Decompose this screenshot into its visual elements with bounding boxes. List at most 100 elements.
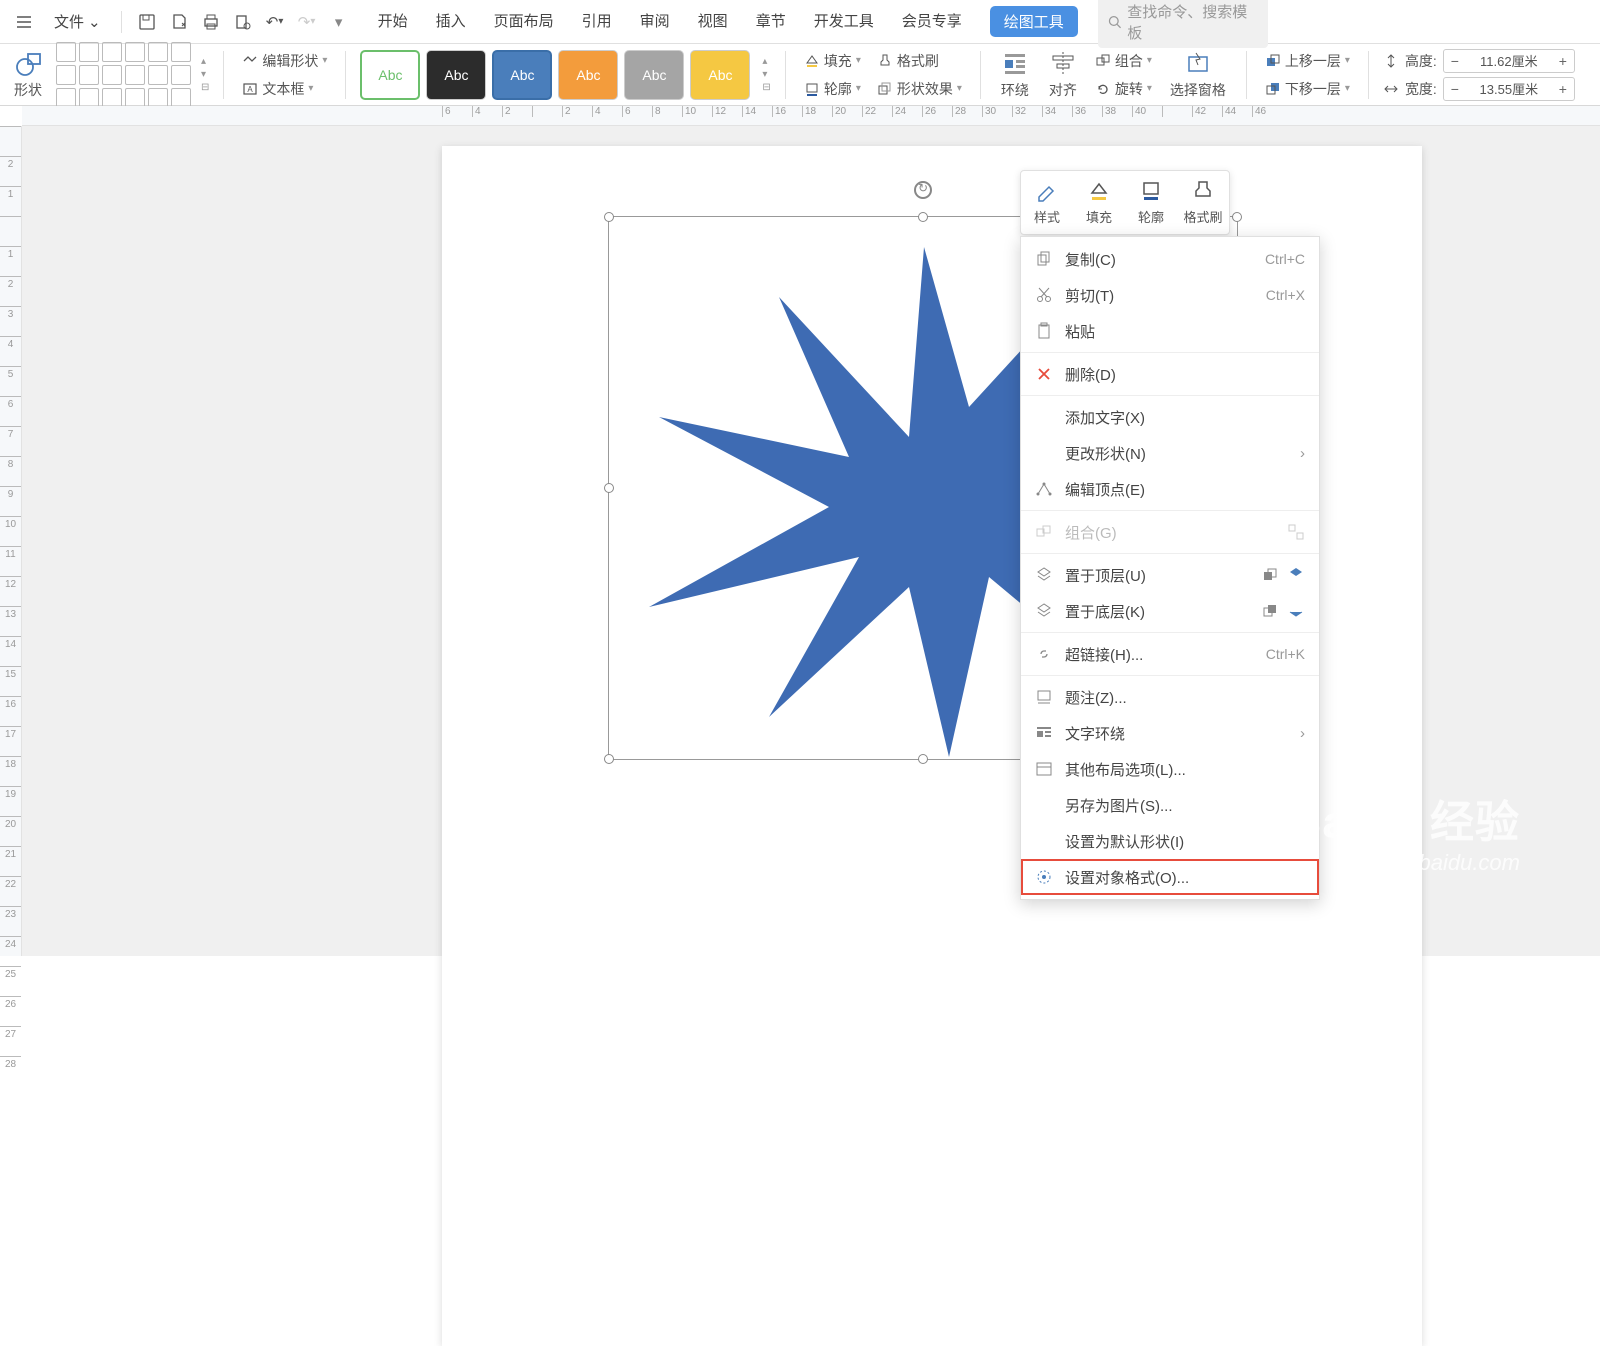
ctx-save-as-pic[interactable]: 另存为图片(S)... — [1021, 787, 1319, 823]
width-plus[interactable]: + — [1552, 81, 1574, 97]
format-painter-button[interactable]: 格式刷 — [873, 49, 966, 73]
bring-forward-extra-icon[interactable] — [1261, 566, 1279, 584]
width-value[interactable]: 13.55厘米 — [1466, 79, 1552, 98]
tab-layout[interactable]: 页面布局 — [494, 6, 554, 37]
tab-home[interactable]: 开始 — [378, 6, 408, 37]
search-placeholder: 查找命令、搜索模板 — [1127, 1, 1257, 43]
ctx-format-object[interactable]: 设置对象格式(O)... — [1021, 859, 1319, 895]
gallery-up-icon[interactable]: ▴ — [201, 56, 209, 67]
save-as-icon[interactable] — [166, 9, 192, 35]
style-swatch-1[interactable]: Abc — [360, 50, 420, 100]
handle-tr[interactable] — [1232, 212, 1242, 222]
bring-front-extra-icon[interactable] — [1287, 566, 1305, 584]
style-down-icon[interactable]: ▾ — [762, 69, 770, 80]
ctx-hyperlink[interactable]: 超链接(H)... Ctrl+K — [1021, 636, 1319, 672]
textbox-button[interactable]: A 文本框▾ — [238, 77, 331, 101]
handle-bm[interactable] — [918, 754, 928, 764]
redo-icon[interactable]: ↷ ▾ — [294, 9, 320, 35]
send-backward-extra-icon[interactable] — [1261, 602, 1279, 620]
height-stepper[interactable]: − 11.62厘米 + — [1443, 49, 1575, 73]
shape-effects-button[interactable]: 形状效果▾ — [873, 77, 966, 101]
ctx-bring-front[interactable]: 置于顶层(U) — [1021, 557, 1319, 593]
edit-points-icon — [1035, 480, 1053, 498]
width-stepper[interactable]: − 13.55厘米 + — [1443, 77, 1575, 101]
print-icon[interactable] — [198, 9, 224, 35]
ctx-text-wrap[interactable]: 文字环绕 › — [1021, 715, 1319, 751]
ctx-paste[interactable]: 粘贴 — [1021, 313, 1319, 349]
ctx-change-shape[interactable]: 更改形状(N) › — [1021, 435, 1319, 471]
style-up-icon[interactable]: ▴ — [762, 56, 770, 67]
ctx-edit-points[interactable]: 编辑顶点(E) — [1021, 471, 1319, 507]
style-swatch-2[interactable]: Abc — [426, 50, 486, 100]
shape-gallery[interactable] — [56, 42, 191, 108]
bring-front-icon — [1035, 566, 1053, 584]
print-preview-icon[interactable] — [230, 9, 256, 35]
handle-tl[interactable] — [604, 212, 614, 222]
style-swatch-4[interactable]: Abc — [558, 50, 618, 100]
ribbon: 形状 ▴ ▾ ⊟ 编辑形状▾ A 文本框▾ Abc Abc Abc Abc Ab… — [0, 44, 1600, 106]
send-backward-button[interactable]: 下移一层▾ — [1261, 77, 1354, 101]
height-plus[interactable]: + — [1552, 53, 1574, 69]
ctx-copy[interactable]: 复制(C) Ctrl+C — [1021, 241, 1319, 277]
style-more-icon[interactable]: ⊟ — [762, 82, 770, 93]
width-minus[interactable]: − — [1444, 81, 1466, 97]
fill-icon — [1087, 179, 1111, 203]
tab-developer[interactable]: 开发工具 — [814, 6, 874, 37]
titlebar: 文件 ⌄ ↶ ▾ ↷ ▾ ▾ 开始 插入 页面布局 引用 审阅 视图 章节 开发… — [0, 0, 1600, 44]
gallery-down-icon[interactable]: ▾ — [201, 69, 209, 80]
edit-shape-button[interactable]: 编辑形状▾ — [238, 49, 331, 73]
send-back-extra-icon[interactable] — [1287, 602, 1305, 620]
textbox-icon: A — [242, 81, 258, 97]
outline-button[interactable]: 轮廓▾ — [800, 77, 865, 101]
align-button[interactable]: 对齐 — [1043, 48, 1083, 102]
gallery-more-icon[interactable]: ⊟ — [201, 82, 209, 93]
handle-bl[interactable] — [604, 754, 614, 764]
ungroup-icon — [1287, 523, 1305, 541]
tab-member[interactable]: 会员专享 — [902, 6, 962, 37]
search-box[interactable]: 查找命令、搜索模板 — [1098, 0, 1268, 48]
style-swatch-5[interactable]: Abc — [624, 50, 684, 100]
ctx-caption[interactable]: 题注(Z)... — [1021, 679, 1319, 715]
fill-button[interactable]: 填充▾ — [800, 49, 865, 73]
mini-format-painter-button[interactable]: 格式刷 — [1177, 171, 1229, 234]
ctx-send-back[interactable]: 置于底层(K) — [1021, 593, 1319, 629]
brush-icon — [1191, 179, 1215, 203]
handle-ml[interactable] — [604, 483, 614, 493]
shapes-button[interactable]: 形状 — [8, 48, 48, 102]
ctx-other-layout[interactable]: 其他布局选项(L)... — [1021, 751, 1319, 787]
height-icon — [1383, 53, 1399, 69]
bring-forward-button[interactable]: 上移一层▾ — [1261, 49, 1354, 73]
ctx-set-default[interactable]: 设置为默认形状(I) — [1021, 823, 1319, 859]
ctx-delete[interactable]: 删除(D) — [1021, 356, 1319, 392]
undo-icon[interactable]: ↶ ▾ — [262, 9, 288, 35]
style-swatch-3[interactable]: Abc — [492, 50, 552, 100]
tab-references[interactable]: 引用 — [582, 6, 612, 37]
style-swatch-6[interactable]: Abc — [690, 50, 750, 100]
height-minus[interactable]: − — [1444, 53, 1466, 69]
rotate-button[interactable]: 旋转▾ — [1091, 77, 1156, 101]
height-value[interactable]: 11.62厘米 — [1466, 51, 1552, 70]
mini-fill-button[interactable]: 填充 — [1073, 171, 1125, 234]
tab-view[interactable]: 视图 — [698, 6, 728, 37]
tab-review[interactable]: 审阅 — [640, 6, 670, 37]
mini-outline-button[interactable]: 轮廓 — [1125, 171, 1177, 234]
menu-icon[interactable] — [8, 10, 40, 34]
chevron-right-icon: › — [1300, 445, 1305, 462]
wrap-icon — [1035, 724, 1053, 742]
save-icon[interactable] — [134, 9, 160, 35]
tab-chapter[interactable]: 章节 — [756, 6, 786, 37]
file-menu[interactable]: 文件 ⌄ — [46, 7, 109, 36]
mini-style-button[interactable]: 样式 — [1021, 171, 1073, 234]
wrap-button[interactable]: 环绕 — [995, 48, 1035, 102]
select-pane-button[interactable]: 选择窗格 — [1164, 48, 1232, 102]
ctx-cut[interactable]: 剪切(T) Ctrl+X — [1021, 277, 1319, 313]
group-button[interactable]: 组合▾ — [1091, 49, 1156, 73]
rotate-handle[interactable] — [914, 181, 932, 199]
tab-insert[interactable]: 插入 — [436, 6, 466, 37]
send-backward-icon — [1265, 81, 1281, 97]
copy-icon — [1035, 250, 1053, 268]
tab-drawing-tools[interactable]: 绘图工具 — [990, 6, 1078, 37]
handle-tm[interactable] — [918, 212, 928, 222]
ctx-add-text[interactable]: 添加文字(X) — [1021, 399, 1319, 435]
more-icon[interactable]: ▾ — [326, 9, 352, 35]
